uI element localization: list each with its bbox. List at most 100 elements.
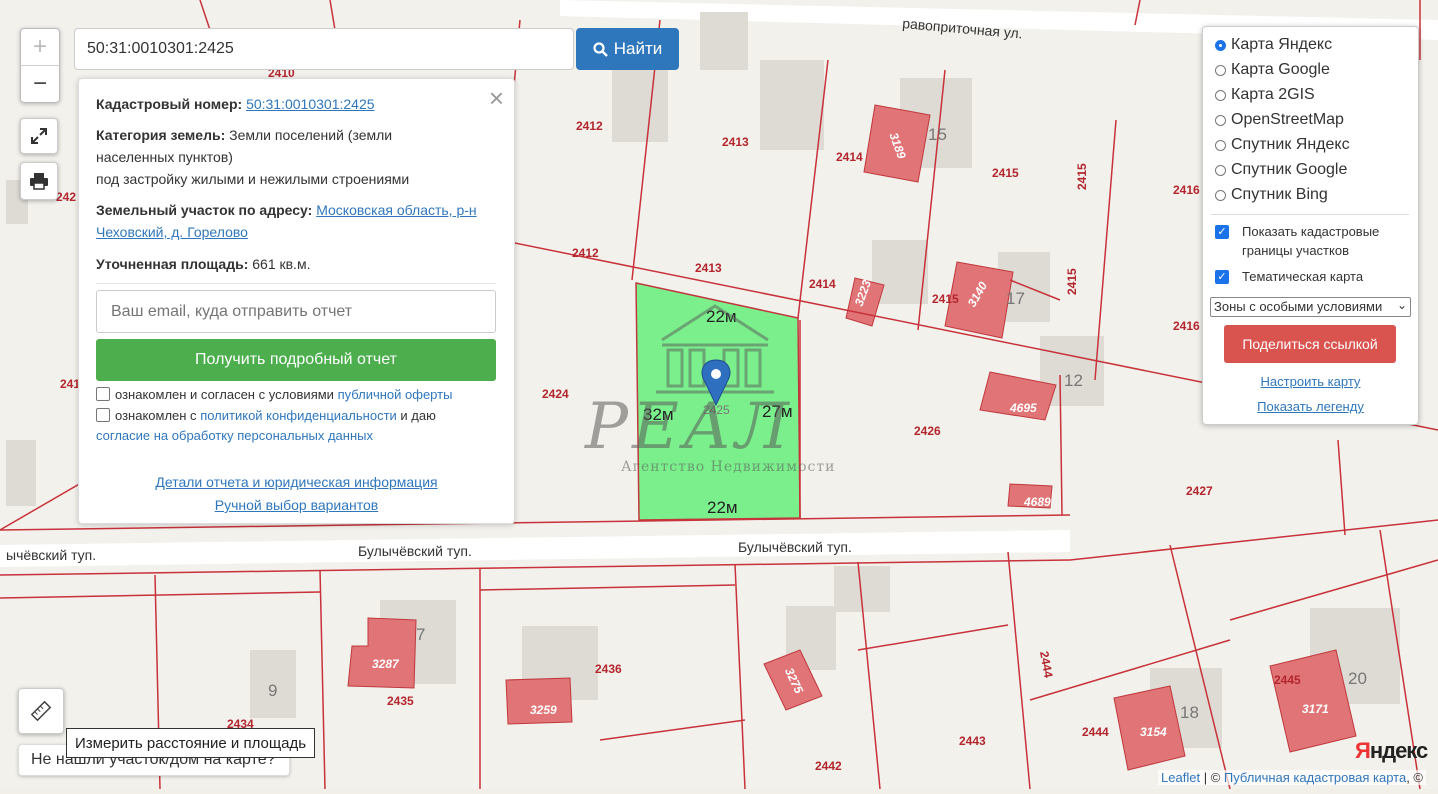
building-number: 4689 (1023, 495, 1051, 509)
area-value: 661 кв.м. (252, 256, 311, 272)
personal-data-consent-link[interactable]: согласие на обработку персональных данны… (96, 428, 373, 443)
privacy-policy-link[interactable]: политикой конфиденциальности (200, 408, 397, 423)
leaflet-link[interactable]: Leaflet (1161, 770, 1200, 785)
radio-icon[interactable] (1215, 64, 1226, 76)
measure-button[interactable] (18, 688, 64, 734)
checkbox-box[interactable] (96, 408, 110, 422)
layer-yandex-satellite[interactable]: Спутник Яндекс (1215, 134, 1350, 156)
layer-bing-satellite[interactable]: Спутник Bing (1215, 184, 1328, 206)
layer-label: Карта Яндекс (1231, 36, 1333, 53)
expand-icon (31, 128, 47, 144)
parcel-number: 2442 (815, 759, 842, 773)
search-button[interactable]: Найти (576, 28, 679, 70)
parcel-number: 2435 (387, 694, 414, 708)
parcel-number: 2445 (1274, 673, 1301, 687)
building-number: 3171 (1302, 702, 1329, 716)
house-number: 12 (1064, 371, 1083, 390)
street-label: Булычёвский туп. (358, 543, 472, 559)
radio-icon[interactable] (1215, 114, 1226, 126)
parcel-number: 2427 (1186, 484, 1213, 498)
radio-icon[interactable] (1215, 89, 1226, 101)
layer-google-satellite[interactable]: Спутник Google (1215, 159, 1347, 181)
radio-icon[interactable] (1215, 164, 1226, 176)
checkbox-checked-icon[interactable]: ✓ (1215, 270, 1229, 284)
cadastral-number-label: Кадастровый номер: (96, 96, 243, 112)
privacy-consent-checkbox[interactable]: ознакомлен с политикой конфиденциальност… (96, 406, 496, 446)
overlay-cadastral-borders[interactable]: ✓ Показать кадастровые границы участков (1215, 222, 1395, 260)
search-icon (593, 41, 608, 57)
land-category-row: Категория земель: Земли поселений (земли… (96, 124, 426, 190)
parcel-number: 2412 (576, 119, 603, 133)
printer-icon (30, 173, 48, 190)
email-field[interactable] (96, 290, 496, 333)
show-legend-link[interactable]: Показать легенду (1257, 399, 1364, 414)
dimension-bottom: 22м (707, 498, 738, 517)
parcel-number: 2436 (595, 662, 622, 676)
search-button-label: Найти (613, 39, 663, 58)
layer-label: Спутник Bing (1231, 186, 1328, 203)
checkbox-box[interactable] (96, 387, 110, 401)
configure-map-link[interactable]: Настроить карту (1261, 374, 1361, 389)
cadastral-search-input[interactable] (74, 28, 574, 70)
parcel-number: 2415 (932, 292, 959, 306)
parcel-number: 2415 (1065, 268, 1079, 295)
layer-google-map[interactable]: Карта Google (1215, 59, 1330, 81)
house-number: 7 (416, 625, 425, 644)
cadastral-number-row: Кадастровый номер: 50:31:0010301:2425 (96, 93, 496, 115)
measure-tooltip: Измерить расстояние и площадь (66, 728, 316, 758)
area-row: Уточненная площадь: 661 кв.м. (96, 253, 496, 275)
parcel-number: 2416 (1173, 319, 1200, 333)
checkbox-checked-icon[interactable]: ✓ (1215, 225, 1229, 239)
zoom-out-button[interactable]: − (21, 65, 59, 102)
public-offer-link[interactable]: публичной оферты (338, 387, 453, 402)
cadastral-number-link[interactable]: 50:31:0010301:2425 (246, 96, 374, 112)
report-details-link[interactable]: Детали отчета и юридическая информация (155, 474, 437, 490)
layer-yandex-map[interactable]: Карта Яндекс (1215, 34, 1332, 56)
overlay-label: Тематическая карта (1242, 269, 1364, 284)
manual-selection-link[interactable]: Ручной выбор вариантов (215, 497, 379, 513)
zoom-control: + − (20, 28, 60, 103)
radio-selected-icon[interactable] (1215, 39, 1226, 51)
house-number: 18 (1180, 703, 1199, 722)
print-button[interactable] (20, 162, 58, 200)
consent-text: ознакомлен с (115, 408, 201, 423)
parcel-number: 2416 (1173, 183, 1200, 197)
layer-label: Карта 2GIS (1231, 86, 1315, 103)
configure-map-row: Настроить карту (1203, 374, 1418, 389)
address-label: Земельный участок по адресу: (96, 202, 313, 218)
consent-text: и даю (396, 408, 436, 423)
layer-label: Карта Google (1231, 61, 1330, 78)
parcel-number: 2443 (959, 734, 986, 748)
fullscreen-button[interactable] (20, 118, 58, 154)
layer-2gis-map[interactable]: Карта 2GIS (1215, 84, 1315, 106)
chevron-down-icon: ⌄ (1396, 298, 1407, 312)
parcel-number: 2414 (836, 150, 863, 164)
zone-select[interactable]: Зоны с особыми условиями ⌄ (1210, 297, 1411, 317)
get-report-button[interactable]: Получить подробный отчет (96, 339, 496, 381)
zoom-in-button[interactable]: + (21, 29, 59, 65)
watermark: РЕАЛ Агентство Недвижимости (585, 390, 836, 475)
address-row: Земельный участок по адресу: Московская … (96, 199, 496, 243)
layers-panel: Карта Яндекс Карта Google Карта 2GIS Ope… (1202, 26, 1419, 425)
offer-consent-checkbox[interactable]: ознакомлен и согласен с условиями публич… (96, 385, 496, 405)
layer-label: OpenStreetMap (1231, 111, 1344, 128)
land-category-label: Категория земель: (96, 127, 226, 143)
share-link-button[interactable]: Поделиться ссылкой (1224, 325, 1396, 363)
consent-text: ознакомлен и согласен с условиями (115, 387, 338, 402)
building-number: 3259 (530, 703, 557, 717)
street-label: Булычёвский туп. (738, 539, 852, 555)
layer-osm[interactable]: OpenStreetMap (1215, 109, 1344, 131)
manual-selection-row: Ручной выбор вариантов (79, 497, 514, 513)
zone-select-value: Зоны с особыми условиями (1214, 299, 1383, 314)
radio-icon[interactable] (1215, 189, 1226, 201)
parcel-number: 2444 (1082, 725, 1109, 739)
house-number: 15 (928, 125, 947, 144)
map-attribution: Leaflet | © Публичная кадастровая карта,… (1158, 770, 1426, 785)
radio-icon[interactable] (1215, 139, 1226, 151)
yandex-logo: Яндекс (1355, 738, 1428, 763)
parcel-number: 2413 (722, 135, 749, 149)
pkk-link[interactable]: Публичная кадастровая карта (1224, 770, 1406, 785)
parcel-number: 2415 (992, 166, 1019, 180)
ruler-icon (30, 700, 52, 722)
overlay-thematic-map[interactable]: ✓ Тематическая карта (1215, 267, 1363, 286)
